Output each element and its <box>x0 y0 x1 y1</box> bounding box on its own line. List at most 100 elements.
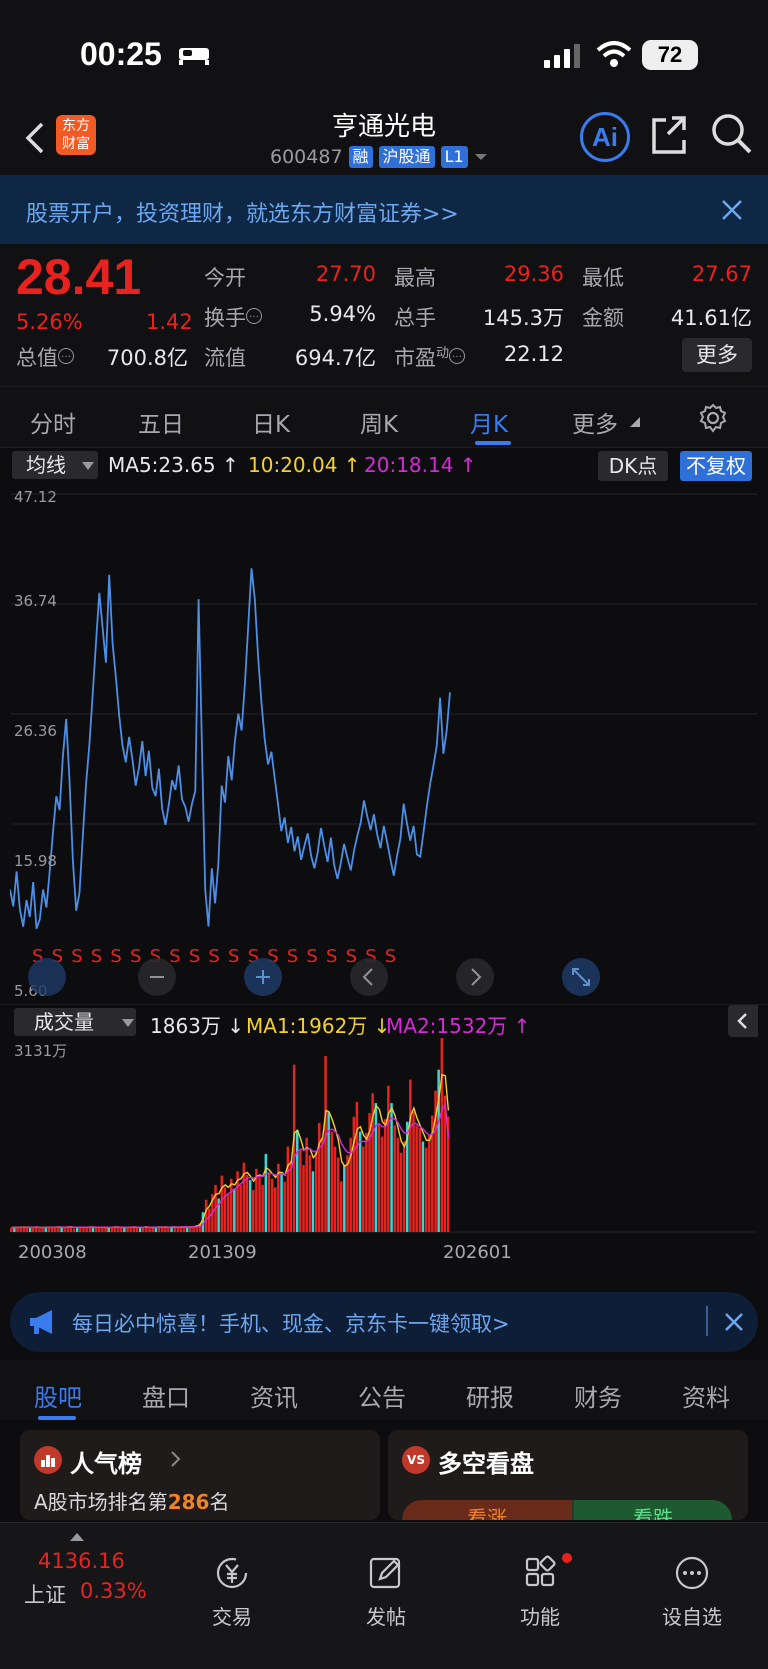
fullscreen-button[interactable] <box>562 958 600 996</box>
popularity-rank: 286 <box>167 1490 210 1514</box>
signal-marker: S <box>287 946 298 967</box>
nav-trade[interactable]: 交易 <box>182 1555 282 1630</box>
tab-intraday[interactable]: 分时 <box>30 405 76 439</box>
promo-banner[interactable]: 每日必中惊喜！手机、现金、京东卡一键领取> <box>10 1292 758 1352</box>
pe-label[interactable]: 市盈动… <box>394 342 466 372</box>
volume-indicator-select[interactable]: 成交量 <box>14 1008 136 1036</box>
ma-legend-row: 均线 MA5:23.65 ↑ 10:20.04 ↑ 20:18.14 ↑ DK点… <box>0 448 768 484</box>
high-value: 29.36 <box>503 262 564 286</box>
nav-functions[interactable]: 功能 <box>490 1553 590 1630</box>
y-tick-label: 47.12 <box>14 488 57 506</box>
tab-more-periods[interactable]: 更多 <box>572 405 618 439</box>
tab-monthly-k[interactable]: 月K <box>470 405 508 439</box>
volume-bar <box>402 1141 406 1232</box>
amount-label: 金额 <box>582 306 624 330</box>
scroll-left-button[interactable] <box>350 958 388 996</box>
price-line-chart[interactable]: SSSSSSSSSSSSSSSSSSS <box>10 484 758 1004</box>
dk-point-button[interactable]: DK点 <box>598 451 668 481</box>
tab-announcements[interactable]: 公告 <box>358 1378 406 1413</box>
close-icon[interactable] <box>722 1310 746 1334</box>
pe-value: 22.12 <box>503 342 564 366</box>
search-icon[interactable] <box>710 112 754 156</box>
turnover-label[interactable]: 换手… <box>204 302 262 332</box>
volume-bar <box>25 1228 29 1232</box>
volume-bar <box>428 1135 431 1232</box>
volume-bar <box>280 1174 283 1232</box>
volume-bar <box>220 1175 224 1232</box>
share-icon[interactable] <box>650 112 690 156</box>
edit-icon <box>369 1557 401 1589</box>
volume-ma2: MA2:1532万 ↑ <box>386 1014 531 1038</box>
open-label: 今开 <box>204 266 246 290</box>
ai-assistant-button[interactable]: Ai <box>580 112 630 162</box>
volume-bar <box>340 1181 343 1232</box>
y-tick-label: 26.36 <box>14 722 57 740</box>
popularity-title: 人气榜 <box>70 1450 142 1478</box>
close-icon[interactable] <box>718 196 746 224</box>
dropdown-caret-icon <box>82 462 94 470</box>
volume-bar <box>107 1227 110 1232</box>
nav-post[interactable]: 发帖 <box>336 1555 436 1630</box>
index-name[interactable]: 上证 <box>24 1579 66 1609</box>
volume-bar <box>324 1056 327 1232</box>
tab-research[interactable]: 研报 <box>466 1378 514 1413</box>
tab-profile[interactable]: 资料 <box>682 1378 730 1413</box>
volume-bar <box>440 1038 444 1232</box>
zoom-in-button[interactable] <box>244 958 282 996</box>
tab-five-day[interactable]: 五日 <box>138 405 184 439</box>
scroll-right-button[interactable] <box>456 958 494 996</box>
volume-bar <box>393 1125 396 1232</box>
caret-up-icon <box>70 1533 84 1541</box>
stock-code-row[interactable]: 600487 融 沪股通 L1 <box>270 146 488 168</box>
ad-banner-text[interactable]: 股票开户，投资理财，就选东方财富证券>> <box>26 196 459 228</box>
volume-bar <box>409 1079 412 1232</box>
tab-weekly-k[interactable]: 周K <box>360 405 398 439</box>
volume-bar <box>204 1199 208 1232</box>
volume-bar <box>387 1085 390 1232</box>
volume-bar <box>421 1141 425 1232</box>
nav-add-watchlist[interactable]: 设自选 <box>642 1555 742 1630</box>
zoom-out-button[interactable] <box>138 958 176 996</box>
vote-up-button[interactable]: 看涨 <box>402 1500 572 1520</box>
volume-bar <box>289 1160 293 1232</box>
volume-bar <box>261 1184 264 1232</box>
volume-bar <box>270 1178 274 1232</box>
vs-icon: VS <box>402 1446 430 1474</box>
chevron-right-icon <box>471 968 482 986</box>
tab-guba[interactable]: 股吧 <box>34 1378 82 1413</box>
volume-bar <box>151 1228 154 1232</box>
volume-bar <box>412 1111 415 1232</box>
connect-tag: 沪股通 <box>378 146 435 168</box>
volume-bar <box>38 1228 41 1232</box>
plus-icon <box>256 970 270 984</box>
expand-icon <box>572 968 590 986</box>
collapse-panel-button[interactable] <box>728 1005 758 1037</box>
index-value[interactable]: 4136.16 <box>38 1549 125 1573</box>
volume-bar <box>63 1227 66 1232</box>
volume-bar-chart[interactable] <box>10 1038 758 1234</box>
volume-value: 1863万 ↓ <box>150 1014 245 1038</box>
tab-order-book[interactable]: 盘口 <box>142 1378 190 1413</box>
promo-text[interactable]: 每日必中惊喜！手机、现金、京东卡一键领取> <box>72 1308 510 1338</box>
chevron-right-icon <box>171 1451 181 1467</box>
volume-bar <box>60 1227 63 1232</box>
volume-bar <box>226 1193 230 1232</box>
index-percent[interactable]: 0.33% <box>80 1579 147 1603</box>
vote-down-button[interactable]: 看跌 <box>574 1500 732 1520</box>
bull-bear-card[interactable]: VS 多空看盘 看涨 看跌 <box>388 1430 748 1520</box>
tab-financials[interactable]: 财务 <box>574 1378 622 1413</box>
popularity-card[interactable]: 人气榜 A股市场排名第286名 <box>20 1430 380 1520</box>
zoom-fast-back-button[interactable] <box>28 958 66 996</box>
ma20-value: 20:18.14 ↑ <box>364 453 477 477</box>
market-cap-label[interactable]: 总值… <box>16 342 74 372</box>
ad-banner[interactable]: 股票开户，投资理财，就选东方财富证券>> <box>0 176 768 244</box>
more-quote-button[interactable]: 更多 <box>682 338 752 372</box>
adjustment-button[interactable]: 不复权 <box>680 451 752 481</box>
signal-marker: S <box>326 946 337 967</box>
chevron-left-icon <box>362 968 373 986</box>
volume-bar <box>299 1150 302 1232</box>
section-tabs: 股吧 盘口 资讯 公告 研报 财务 资料 <box>0 1360 768 1420</box>
settings-gear-icon[interactable] <box>698 403 728 433</box>
tab-daily-k[interactable]: 日K <box>252 405 290 439</box>
tab-news[interactable]: 资讯 <box>250 1378 298 1413</box>
